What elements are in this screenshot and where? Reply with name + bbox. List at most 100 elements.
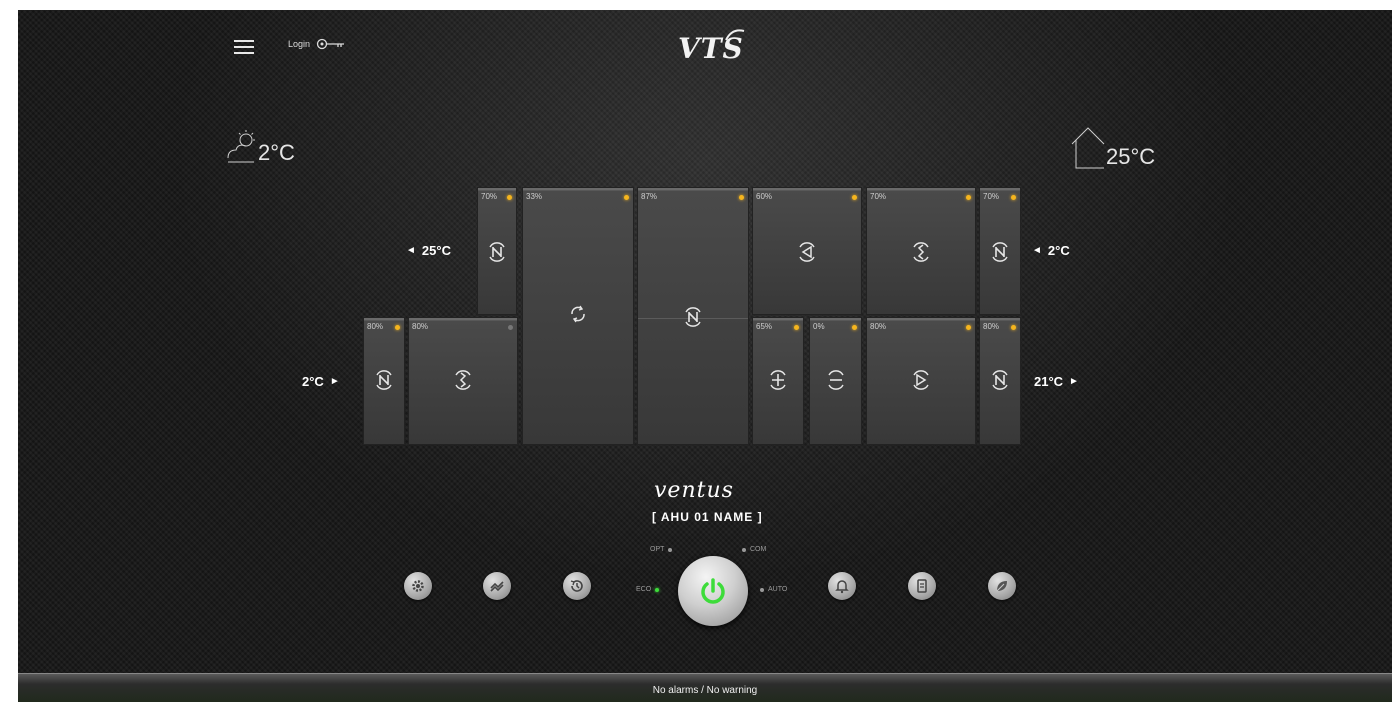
filter-icon [455, 370, 471, 390]
tile-percent: 33% [526, 192, 543, 201]
tile-exhaust-damper-top-left[interactable]: 70% [478, 188, 516, 314]
document-icon [917, 579, 927, 593]
status-led [395, 325, 400, 330]
tile-cooler[interactable]: 0% [810, 318, 861, 444]
damper-icon [992, 370, 1008, 390]
power-button[interactable] [678, 556, 748, 626]
bell-icon [835, 580, 849, 594]
arrow-left-icon: ◄ [1032, 245, 1042, 256]
tile-extract-filter[interactable]: 70% [867, 188, 975, 314]
indoor-temp: 25°C [1106, 144, 1156, 169]
mode-com[interactable]: COM [742, 546, 766, 553]
mode-opt-label: OPT [650, 546, 665, 553]
tile-extract-fan[interactable]: 60% [753, 188, 861, 314]
history-button[interactable] [563, 572, 591, 600]
tile-mixing-damper[interactable]: 87% [638, 188, 748, 444]
house-icon [1071, 127, 1105, 169]
logo-swoosh-icon [725, 29, 745, 41]
exhaust-air-temp: ◄ 2°C [1032, 243, 1070, 258]
extract-air-temp-value: 25°C [421, 243, 451, 258]
reports-button[interactable] [908, 572, 936, 600]
tile-fresh-air-damper[interactable]: 80% [364, 318, 404, 444]
heater-icon [770, 370, 786, 390]
fan-left-icon [799, 242, 815, 262]
tile-supply-damper[interactable]: 80% [980, 318, 1020, 444]
status-led [624, 195, 629, 200]
arrow-right-icon: ► [329, 376, 340, 387]
status-bar: No alarms / No warning [18, 673, 1392, 702]
tile-percent: 80% [367, 322, 384, 331]
tile-rotary-exchanger[interactable]: 33% [523, 188, 633, 444]
indoor-climate: 25°C [1070, 124, 1155, 170]
tile-percent: 70% [870, 192, 887, 201]
exhaust-air-temp-value: 2°C [1047, 243, 1070, 258]
tile-percent: 80% [983, 322, 1000, 331]
status-led [739, 195, 744, 200]
tile-percent: 70% [481, 192, 498, 201]
mode-opt-led [668, 547, 673, 552]
extract-air-temp: ◄ 25°C [406, 243, 451, 258]
status-led [508, 325, 513, 330]
tile-heater[interactable]: 65% [753, 318, 803, 444]
eco-settings-button[interactable] [988, 572, 1016, 600]
tile-percent: 60% [756, 192, 773, 201]
tile-supply-filter[interactable]: 80% [409, 318, 517, 444]
rotary-exchanger-icon [571, 305, 585, 323]
product-logo: ventus [654, 478, 734, 503]
mode-eco-led [655, 587, 660, 592]
mode-auto-led [760, 587, 764, 592]
tile-percent: 0% [813, 322, 825, 331]
damper-icon [489, 242, 505, 262]
status-led [1011, 195, 1016, 200]
unit-name: [ AHU 01 NAME ] [652, 510, 763, 524]
menu-hamburger-icon[interactable] [234, 40, 254, 56]
tile-percent: 70% [983, 192, 1000, 201]
tile-percent: 87% [641, 192, 658, 201]
settings-button[interactable] [404, 572, 432, 600]
hmi-screen: Login VTS 2°C 25°C 70% 33% 87% 60% 70% 7… [18, 10, 1392, 702]
cloud-sun-icon [227, 130, 255, 163]
status-led [966, 195, 971, 200]
status-led [507, 195, 512, 200]
tile-percent: 80% [870, 322, 887, 331]
mode-eco[interactable]: ECO [636, 586, 660, 593]
status-led [852, 325, 857, 330]
fresh-air-temp: 2°C ► [302, 374, 340, 389]
status-led [966, 325, 971, 330]
supply-air-temp-value: 21°C [1034, 374, 1064, 389]
power-icon [701, 578, 725, 604]
mode-auto-label: AUTO [768, 586, 788, 593]
damper-icon [992, 242, 1008, 262]
arrow-left-icon: ◄ [406, 245, 416, 256]
leaf-icon [996, 581, 1007, 592]
mode-com-led [742, 547, 746, 552]
history-icon [570, 580, 583, 592]
damper-icon [685, 307, 701, 327]
mode-eco-label: ECO [636, 586, 652, 593]
damper-icon [376, 370, 392, 390]
outdoor-weather: 2°C [224, 128, 295, 166]
tile-percent: 65% [756, 322, 773, 331]
fresh-air-temp-value: 2°C [302, 374, 324, 389]
gear-icon [412, 580, 424, 592]
status-led [1011, 325, 1016, 330]
key-icon [316, 38, 345, 50]
supply-air-temp: 21°C ► [1034, 374, 1079, 389]
cooler-icon [827, 370, 844, 390]
status-message: No alarms / No warning [652, 685, 758, 696]
charts-button[interactable] [483, 572, 511, 600]
mode-auto[interactable]: AUTO [760, 586, 787, 593]
login-label: Login [288, 39, 311, 49]
login-button[interactable]: Login [288, 38, 346, 50]
status-led [794, 325, 799, 330]
tile-intake-damper-top-right[interactable]: 70% [980, 188, 1020, 314]
arrow-right-icon: ► [1069, 376, 1079, 387]
fan-right-icon [913, 370, 929, 390]
mode-opt[interactable]: OPT [650, 546, 673, 553]
outdoor-temp: 2°C [258, 140, 295, 165]
filter-icon [913, 242, 929, 262]
mode-com-label: COM [750, 546, 767, 553]
tile-supply-fan[interactable]: 80% [867, 318, 975, 444]
chart-icon [490, 581, 504, 592]
alarms-button[interactable] [828, 572, 856, 600]
